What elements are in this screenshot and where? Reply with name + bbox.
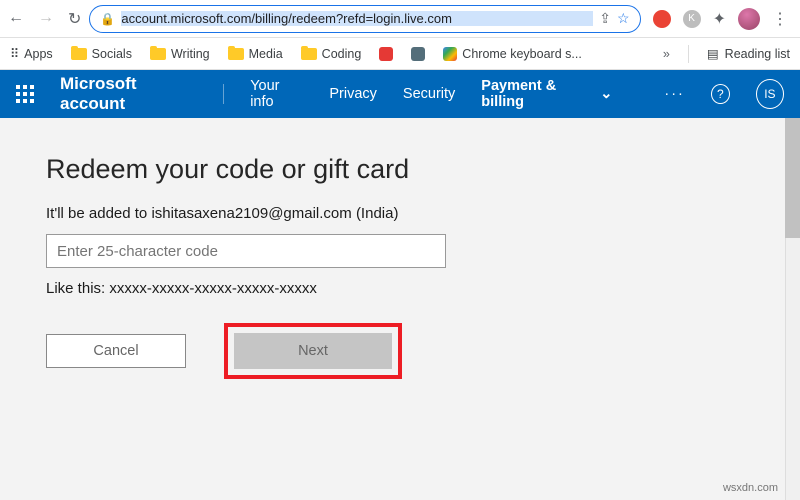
share-icon[interactable]: ⇪ xyxy=(599,10,611,27)
bookmark-label: Writing xyxy=(171,47,210,61)
extensions-icon[interactable]: ✦ xyxy=(713,9,726,29)
cancel-button[interactable]: Cancel xyxy=(46,334,186,368)
reading-list-icon: ▤ xyxy=(707,46,719,61)
nav-payment-billing[interactable]: Payment & billing ⌄ xyxy=(481,78,612,110)
google-icon xyxy=(443,47,457,61)
page-heading: Redeem your code or gift card xyxy=(46,154,800,185)
bookmark-site-2[interactable] xyxy=(411,47,425,61)
folder-icon xyxy=(301,48,317,60)
bookmark-socials[interactable]: Socials xyxy=(71,47,132,61)
extension-row: K ✦ ⋮ xyxy=(649,8,792,30)
bookmarks-overflow-icon[interactable]: » xyxy=(663,47,670,61)
reload-icon[interactable]: ↻ xyxy=(68,9,81,29)
lock-icon: 🔒 xyxy=(100,12,115,26)
next-button[interactable]: Next xyxy=(234,333,392,369)
bookmark-writing[interactable]: Writing xyxy=(150,47,210,61)
bookmarks-bar: ⠿ Apps Socials Writing Media Coding Chrom… xyxy=(0,38,800,70)
nav-security[interactable]: Security xyxy=(403,86,455,102)
scrollbar-thumb[interactable] xyxy=(785,118,800,238)
forward-icon: → xyxy=(38,9,54,29)
code-format-hint: Like this: xxxxx-xxxxx-xxxxx-xxxxx-xxxxx xyxy=(46,280,800,297)
bookmark-coding[interactable]: Coding xyxy=(301,47,362,61)
page-subtitle: It'll be added to ishitasaxena2109@gmail… xyxy=(46,205,800,222)
scrollbar-track[interactable] xyxy=(785,118,800,500)
microsoft-nav: Microsoft account Your info Privacy Secu… xyxy=(0,70,800,118)
profile-avatar-icon[interactable] xyxy=(738,8,760,30)
account-avatar[interactable]: IS xyxy=(756,79,784,109)
next-button-highlight: Next xyxy=(224,323,402,379)
reading-list-button[interactable]: ▤ Reading list xyxy=(707,46,790,61)
help-icon[interactable]: ? xyxy=(711,84,730,104)
nav-label: Payment & billing xyxy=(481,78,594,110)
apps-grid-icon: ⠿ xyxy=(10,46,19,61)
redeem-code-input[interactable] xyxy=(46,234,446,268)
bookmark-site-1[interactable] xyxy=(379,47,393,61)
folder-icon xyxy=(228,48,244,60)
bookmark-chrome-kb[interactable]: Chrome keyboard s... xyxy=(443,47,582,61)
extension-icon-2[interactable]: K xyxy=(683,10,701,28)
nav-more-button[interactable]: ··· xyxy=(664,86,685,102)
bookmark-label: Chrome keyboard s... xyxy=(462,47,582,61)
divider xyxy=(223,84,224,104)
reading-list-label: Reading list xyxy=(725,47,790,61)
bookmark-media[interactable]: Media xyxy=(228,47,283,61)
bookmark-label: Apps xyxy=(24,47,53,61)
site-icon xyxy=(411,47,425,61)
brand-title[interactable]: Microsoft account xyxy=(60,74,197,114)
site-icon xyxy=(379,47,393,61)
bookmark-star-icon[interactable]: ☆ xyxy=(617,10,630,27)
page-content: Redeem your code or gift card It'll be a… xyxy=(0,118,800,500)
bookmark-label: Media xyxy=(249,47,283,61)
extension-icon-1[interactable] xyxy=(653,10,671,28)
chevron-down-icon: ⌄ xyxy=(600,86,612,102)
watermark: wsxdn.com xyxy=(723,482,778,494)
url-text: account.microsoft.com/billing/redeem?ref… xyxy=(121,11,593,26)
bookmark-label: Socials xyxy=(92,47,132,61)
button-row: Cancel Next xyxy=(46,323,800,379)
nav-buttons: ← → ↻ xyxy=(8,9,81,29)
back-icon[interactable]: ← xyxy=(8,9,24,29)
folder-icon xyxy=(71,48,87,60)
app-launcher-icon[interactable] xyxy=(16,85,34,103)
menu-dots-icon[interactable]: ⋮ xyxy=(772,9,788,29)
address-bar[interactable]: 🔒 account.microsoft.com/billing/redeem?r… xyxy=(89,5,640,33)
nav-your-info[interactable]: Your info xyxy=(250,78,303,110)
divider xyxy=(688,45,689,63)
bookmark-apps[interactable]: ⠿ Apps xyxy=(10,46,53,61)
nav-privacy[interactable]: Privacy xyxy=(329,86,377,102)
folder-icon xyxy=(150,48,166,60)
browser-toolbar: ← → ↻ 🔒 account.microsoft.com/billing/re… xyxy=(0,0,800,38)
bookmark-label: Coding xyxy=(322,47,362,61)
